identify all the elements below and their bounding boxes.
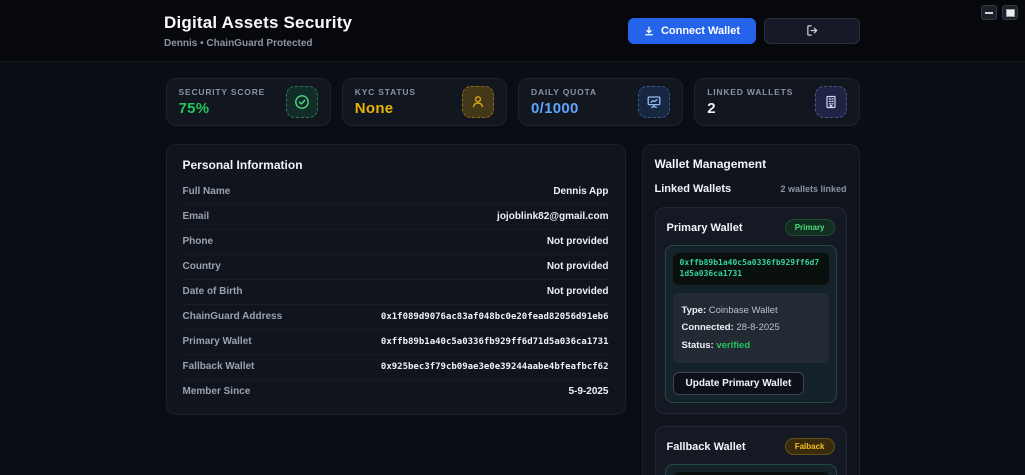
page-title: Digital Assets Security	[164, 13, 352, 33]
personal-information-panel: Personal Information Full Name Dennis Ap…	[166, 144, 626, 415]
info-row-member-since: Member Since 5-9-2025	[183, 380, 609, 404]
user-icon	[462, 86, 494, 118]
connect-wallet-button[interactable]: Connect Wallet	[628, 18, 756, 44]
maximize-button[interactable]	[1002, 5, 1018, 20]
update-primary-wallet-button[interactable]: Update Primary Wallet	[673, 372, 805, 395]
fallback-wallet-card: Fallback Wallet Falback 0x925bec3f79cb09…	[655, 426, 847, 475]
primary-badge: Primary	[785, 219, 835, 236]
presentation-chart-icon	[638, 86, 670, 118]
info-row-email: Email jojoblink82@gmail.com	[183, 205, 609, 230]
stat-card-linked-wallets: LINKED WALLETS 2	[694, 78, 859, 126]
building-icon	[815, 86, 847, 118]
check-circle-icon	[286, 86, 318, 118]
logout-icon	[806, 24, 819, 37]
info-row-primary-wallet: Primary Wallet 0xffb89b1a40c5a0336fb929f…	[183, 330, 609, 355]
wallet-management-panel: Wallet Management Linked Wallets 2 walle…	[642, 144, 860, 475]
logout-button[interactable]	[764, 18, 860, 44]
stat-card-daily-quota: DAILY QUOTA 0/1000	[518, 78, 683, 126]
wallet-name: Primary Wallet	[667, 222, 743, 234]
connect-wallet-label: Connect Wallet	[661, 25, 740, 37]
personal-info-rows: Full Name Dennis App Email jojoblink82@g…	[183, 180, 609, 404]
stat-label: KYC STATUS	[355, 87, 416, 97]
info-row-date-of-birth: Date of Birth Not provided	[183, 280, 609, 305]
app-header: Digital Assets Security Dennis • ChainGu…	[0, 0, 1025, 62]
header-actions: Connect Wallet	[628, 18, 860, 44]
wallet-connect-icon	[644, 26, 654, 36]
stat-value: 0/1000	[531, 100, 597, 117]
linked-wallets-count: 2 wallets linked	[780, 184, 846, 194]
stat-label: DAILY QUOTA	[531, 87, 597, 97]
stat-value: None	[355, 100, 416, 117]
linked-wallets-header: Linked Wallets 2 wallets linked	[655, 183, 847, 195]
stats-row: SECURITY SCORE 75% KYC STATUS None	[166, 78, 860, 126]
wallet-address: 0xffb89b1a40c5a0336fb929ff6d71d5a036ca17…	[673, 253, 829, 285]
status-value: verified	[716, 340, 750, 351]
info-row-chainguard-address: ChainGuard Address 0x1f089d9076ac83af048…	[183, 305, 609, 330]
window-controls	[981, 5, 1018, 20]
wallet-details: Type: Coinbase Wallet Connected: 28-8-20…	[673, 293, 829, 364]
panel-title: Wallet Management	[655, 157, 847, 171]
stat-label: LINKED WALLETS	[707, 87, 793, 97]
stat-card-security-score: SECURITY SCORE 75%	[166, 78, 331, 126]
info-row-country: Country Not provided	[183, 255, 609, 280]
info-row-fallback-wallet: Fallback Wallet 0x925bec3f79cb09ae3e0e39…	[183, 355, 609, 380]
page-subtitle: Dennis • ChainGuard Protected	[164, 38, 352, 49]
wallet-name: Fallback Wallet	[667, 441, 746, 453]
primary-wallet-card: Primary Wallet Primary 0xffb89b1a40c5a03…	[655, 207, 847, 414]
fallback-badge: Falback	[785, 438, 835, 455]
minimize-button[interactable]	[981, 5, 997, 20]
panel-title: Personal Information	[183, 158, 609, 172]
stat-card-kyc-status: KYC STATUS None	[342, 78, 507, 126]
minimize-icon	[985, 12, 993, 14]
header-text: Digital Assets Security Dennis • ChainGu…	[164, 13, 352, 49]
info-row-full-name: Full Name Dennis App	[183, 180, 609, 205]
stat-value: 75%	[179, 100, 266, 117]
stat-label: SECURITY SCORE	[179, 87, 266, 97]
info-row-phone: Phone Not provided	[183, 230, 609, 255]
stat-value: 2	[707, 100, 793, 117]
maximize-icon	[1006, 9, 1015, 17]
